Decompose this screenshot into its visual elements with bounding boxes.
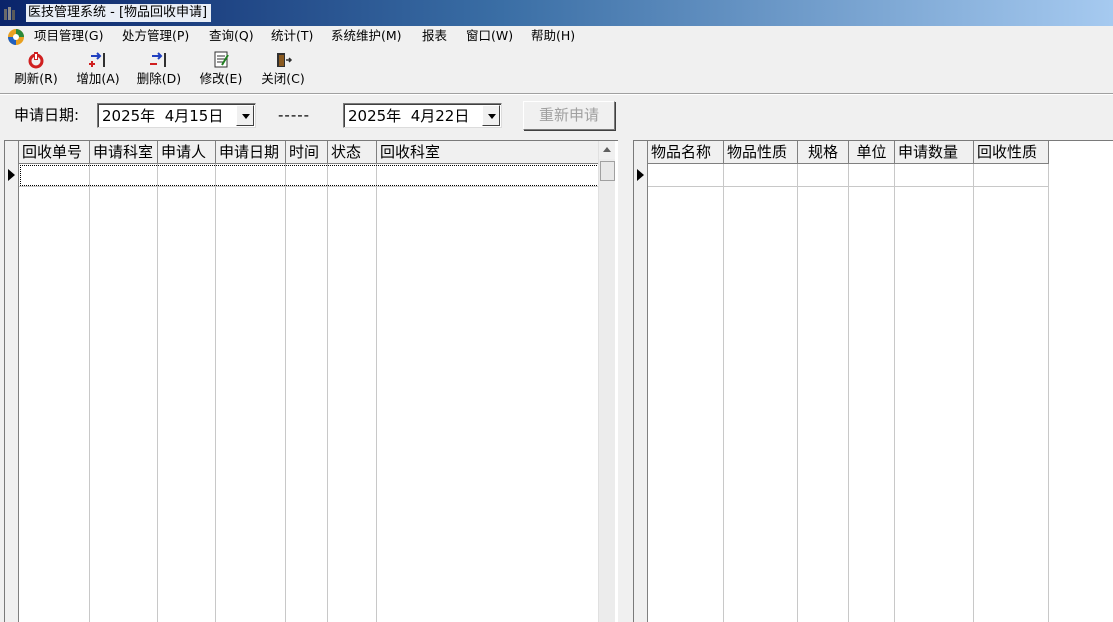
grid-column — [286, 141, 328, 622]
panel-splitter[interactable] — [619, 140, 632, 622]
grid-column — [648, 141, 724, 622]
column-header-unit[interactable]: 单位 — [849, 141, 895, 164]
menu-reports[interactable]: 报表 — [421, 28, 448, 44]
start-date-value: 2025年 4月15日 — [102, 107, 224, 125]
recycle-order-grid[interactable]: 回收单号 申请科室 申请人 申请日期 时间 状态 回收科室 — [4, 140, 618, 622]
toolbar: 刷新(R) 增加(A) 删除(D) 修改(E) 关闭(C) — [0, 49, 1113, 91]
row-divider — [19, 186, 599, 187]
grid-column — [849, 141, 895, 622]
column-header-applicant[interactable]: 申请人 — [158, 141, 216, 164]
edit-label: 修改(E) — [199, 71, 243, 86]
grid-column — [895, 141, 974, 622]
menu-system-maintenance[interactable]: 系统维护(M) — [330, 28, 403, 44]
toolbar-divider — [0, 93, 1113, 95]
end-date-value: 2025年 4月22日 — [348, 107, 470, 125]
grid-column — [798, 141, 849, 622]
row-indicator-column — [5, 141, 19, 622]
title-bar: 医技管理系统 - [物品回收申请] — [0, 0, 1113, 26]
delete-label: 删除(D) — [136, 71, 182, 86]
menu-statistics[interactable]: 统计(T) — [270, 28, 314, 44]
menu-query[interactable]: 查询(Q) — [208, 28, 255, 44]
grid-column — [216, 141, 286, 622]
scroll-up-icon[interactable] — [599, 141, 615, 159]
menu-prescription-management[interactable]: 处方管理(P) — [121, 28, 190, 44]
column-header-recycle-no[interactable]: 回收单号 — [19, 141, 90, 164]
delete-button[interactable]: 删除(D) — [131, 51, 187, 89]
grid-column — [158, 141, 216, 622]
grid-column — [328, 141, 377, 622]
start-date-picker[interactable]: 2025年 4月15日 — [97, 103, 256, 128]
grid-row-current[interactable] — [20, 165, 599, 186]
reapply-button[interactable]: 重新申请 — [523, 101, 615, 130]
grid-column — [724, 141, 798, 622]
edit-document-icon — [214, 51, 229, 68]
column-header-apply-dept[interactable]: 申请科室 — [90, 141, 158, 164]
date-range-separator: ----- — [278, 106, 311, 124]
row-divider — [648, 186, 1049, 187]
menu-project-management[interactable]: 项目管理(G) — [33, 28, 104, 44]
add-row-icon — [89, 52, 105, 67]
column-header-item-name[interactable]: 物品名称 — [648, 141, 724, 164]
add-button[interactable]: 增加(A) — [70, 51, 126, 89]
menu-bar: 项目管理(G) 处方管理(P) 查询(Q) 统计(T) 系统维护(M) 报表 窗… — [0, 26, 1113, 47]
grid-column — [974, 141, 1049, 622]
refresh-icon — [28, 52, 44, 69]
end-date-picker[interactable]: 2025年 4月22日 — [343, 103, 502, 128]
add-label: 增加(A) — [76, 71, 120, 86]
column-header-time[interactable]: 时间 — [286, 141, 328, 164]
chevron-down-icon[interactable] — [482, 105, 500, 126]
column-header-item-nature[interactable]: 物品性质 — [724, 141, 798, 164]
edit-button[interactable]: 修改(E) — [193, 51, 249, 89]
row-indicator-column — [634, 141, 648, 622]
column-header-recycle-dept[interactable]: 回收科室 — [377, 141, 599, 164]
window-title: 医技管理系统 - [物品回收申请] — [26, 4, 212, 22]
refresh-button[interactable]: 刷新(R) — [8, 51, 64, 89]
app-window-icon — [4, 7, 15, 20]
column-header-recycle-nature[interactable]: 回收性质 — [974, 141, 1049, 164]
close-label: 关闭(C) — [261, 71, 305, 86]
menu-window[interactable]: 窗口(W) — [465, 28, 514, 44]
refresh-label: 刷新(R) — [14, 71, 58, 86]
scroll-thumb[interactable] — [600, 161, 615, 181]
item-detail-grid[interactable]: 物品名称 物品性质 规格 单位 申请数量 回收性质 — [633, 140, 1113, 622]
apply-date-label: 申请日期: — [14, 106, 80, 124]
chevron-down-icon[interactable] — [236, 105, 254, 126]
column-header-apply-qty[interactable]: 申请数量 — [895, 141, 974, 164]
current-row-arrow-icon — [637, 169, 644, 181]
delete-row-icon — [150, 52, 166, 67]
vertical-scrollbar[interactable] — [598, 141, 615, 622]
app-logo-icon[interactable] — [7, 28, 25, 46]
current-row-arrow-icon — [8, 169, 15, 181]
column-header-apply-date[interactable]: 申请日期 — [216, 141, 286, 164]
grid-column — [90, 141, 158, 622]
close-button[interactable]: 关闭(C) — [255, 51, 311, 89]
menu-help[interactable]: 帮助(H) — [530, 28, 576, 44]
grid-column — [19, 141, 90, 622]
exit-door-icon — [277, 53, 293, 67]
column-header-spec[interactable]: 规格 — [798, 141, 849, 164]
column-header-status[interactable]: 状态 — [328, 141, 377, 164]
